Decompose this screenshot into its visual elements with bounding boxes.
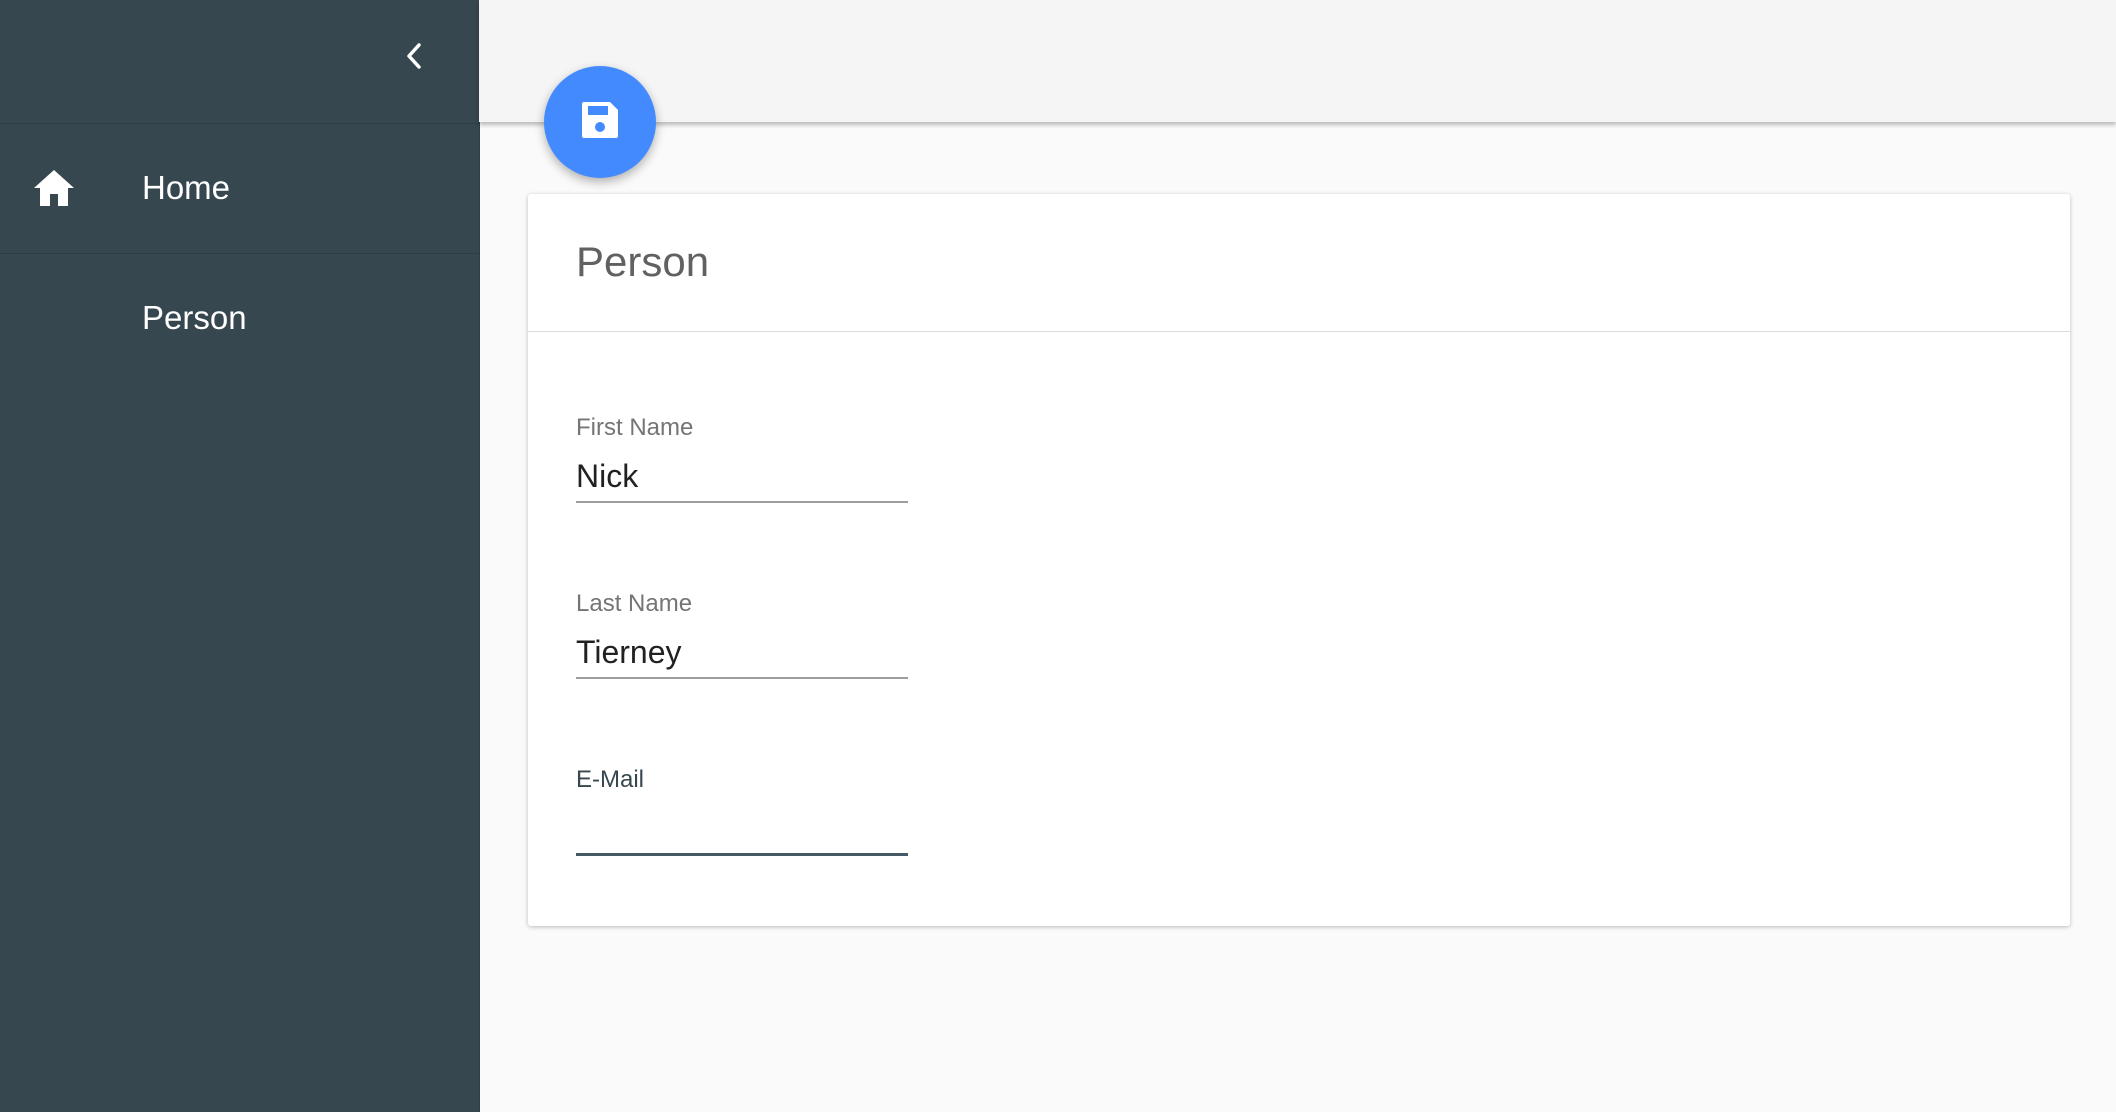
first-name-label: First Name bbox=[576, 414, 694, 441]
sidebar-item-person[interactable]: Person bbox=[0, 254, 479, 383]
sidebar: Home Person bbox=[0, 0, 480, 1112]
email-field: E-Mail bbox=[576, 765, 908, 885]
collapse-sidebar-button[interactable] bbox=[390, 38, 438, 78]
person-form-card: Person First Name Last Name E-Mail bbox=[528, 194, 2070, 926]
last-name-input[interactable] bbox=[576, 627, 908, 679]
sidebar-item-label: Person bbox=[142, 299, 247, 336]
email-input[interactable] bbox=[576, 803, 908, 856]
save-button[interactable] bbox=[544, 66, 656, 178]
sidebar-item-label: Home bbox=[142, 169, 231, 206]
card-header: Person bbox=[528, 194, 2070, 332]
last-name-label: Last Name bbox=[576, 590, 693, 617]
first-name-input[interactable] bbox=[576, 451, 908, 503]
first-name-field: First Name bbox=[576, 413, 908, 533]
card-title: Person bbox=[576, 238, 710, 285]
last-name-field: Last Name bbox=[576, 589, 908, 709]
sidebar-item-home[interactable]: Home bbox=[0, 124, 479, 254]
home-icon bbox=[32, 168, 76, 208]
top-toolbar bbox=[479, 0, 2116, 122]
sidebar-header bbox=[0, 0, 479, 124]
email-label: E-Mail bbox=[576, 766, 645, 793]
floppy-disk-icon bbox=[580, 100, 620, 145]
chevron-left-icon bbox=[402, 40, 426, 77]
